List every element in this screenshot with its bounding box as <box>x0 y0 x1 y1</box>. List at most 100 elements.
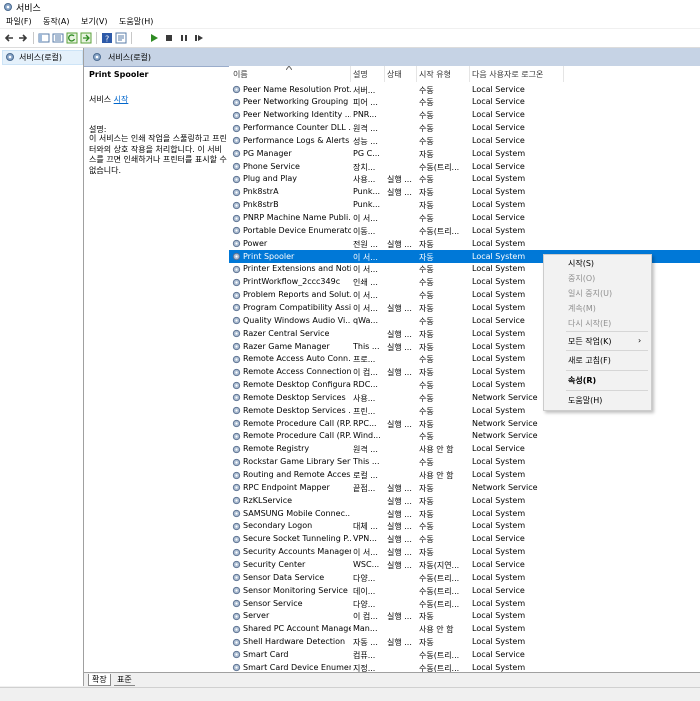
service-startup-type: 자동 <box>419 548 434 558</box>
menu-help[interactable]: 도움말(H) <box>119 16 153 27</box>
service-startup-type: 자동 <box>419 419 434 429</box>
service-row[interactable]: RzKLService 실행 ... 자동 Local System <box>229 494 700 507</box>
service-row[interactable]: PNRP Machine Name Publi... 이 서... 수동 Local … <box>229 212 700 225</box>
service-row[interactable]: Shared PC Account Manager Man... 사용 안 함 Loc… <box>229 623 700 636</box>
restart-icon[interactable] <box>193 32 205 44</box>
service-row[interactable]: Security Accounts Manager 이 서... 실행 ... 자동 L… <box>229 546 700 559</box>
service-row[interactable]: Phone Service 장치... 수동(트리... Local Service <box>229 160 700 173</box>
service-log-on-as: Network Service <box>472 482 538 492</box>
service-name: PNRP Machine Name Publi... <box>243 213 351 222</box>
column-divider[interactable] <box>384 66 385 82</box>
service-gear-icon <box>232 317 241 325</box>
service-description: 프로... <box>353 355 376 365</box>
service-name: Smart Card <box>243 649 289 659</box>
service-row[interactable]: Remote Procedure Call (RP... Wind... 수동 Net… <box>229 430 700 443</box>
service-row[interactable]: Remote Procedure Call (RP... RPC... 실행 ...… <box>229 417 700 430</box>
service-description: RPC... <box>353 418 377 428</box>
service-startup-type: 수동 <box>419 393 434 403</box>
service-row[interactable]: Sensor Service 다양... 수동(트리... Local System <box>229 597 700 610</box>
service-row[interactable]: Rockstar Game Library Serv... This ... 수동 L… <box>229 456 700 469</box>
column-name[interactable]: 이름 <box>233 69 248 80</box>
service-status: 실행 ... <box>387 483 412 493</box>
list-view-icon[interactable] <box>52 32 64 44</box>
ctx-start[interactable]: 시작(S) <box>568 258 594 269</box>
service-status: 실행 ... <box>387 419 412 429</box>
service-row[interactable]: Peer Networking Identity ... PNR... 수동 Loca… <box>229 109 700 122</box>
service-description: 서버... <box>353 85 376 95</box>
help-icon[interactable]: ? <box>101 32 113 44</box>
service-row[interactable]: Sensor Monitoring Service 데이... 수동(트리... Lo… <box>229 584 700 597</box>
service-log-on-as: Local System <box>472 598 526 608</box>
service-description: 이 서... <box>353 252 378 262</box>
service-gear-icon <box>232 175 241 184</box>
column-divider[interactable] <box>350 66 351 82</box>
properties-icon[interactable] <box>115 32 127 44</box>
toolbar: ? <box>0 29 700 48</box>
menu-file[interactable]: 파일(F) <box>6 16 32 27</box>
status-bar <box>0 687 700 701</box>
service-row[interactable]: Shell Hardware Detection 자동 ... 실행 ... 자동 Lo… <box>229 636 700 649</box>
column-description[interactable]: 설명 <box>353 69 368 80</box>
ctx-all-tasks[interactable]: 모든 작업(K) <box>568 336 611 347</box>
refresh-icon[interactable] <box>66 32 78 44</box>
service-row[interactable]: Performance Logs & Alerts 성능 ... 수동 Local S… <box>229 134 700 147</box>
column-status[interactable]: 상태 <box>387 69 402 80</box>
ctx-help[interactable]: 도움말(H) <box>568 395 602 406</box>
service-name: Remote Access Auto Conn... <box>243 354 351 364</box>
services-gear-icon <box>6 53 14 61</box>
service-row[interactable]: SAMSUNG Mobile Connec... 실행 ... 자동 Local Sy… <box>229 507 700 520</box>
service-status: 실행 ... <box>387 522 412 532</box>
service-log-on-as: Local System <box>472 662 526 672</box>
service-row[interactable]: Secondary Logon 대체 ... 실행 ... 수동 Local Syste… <box>229 520 700 533</box>
service-row[interactable]: Security Center WSC... 실행 ... 자동(지연... Local… <box>229 558 700 571</box>
tab-standard[interactable]: 표준 <box>114 674 135 686</box>
menu-action[interactable]: 동작(A) <box>43 16 69 27</box>
forward-arrow-icon[interactable] <box>17 32 29 44</box>
service-row[interactable]: Routing and Remote Access 로컬 ... 사용 안 함 Loc… <box>229 469 700 482</box>
back-arrow-icon[interactable] <box>3 32 15 44</box>
service-row[interactable]: Portable Device Enumerato... 이동... 수동(트리..… <box>229 224 700 237</box>
column-startup-type[interactable]: 시작 유형 <box>419 69 451 80</box>
column-divider[interactable] <box>563 66 564 82</box>
service-row[interactable]: Plug and Play 사용... 실행 ... 수동 Local System <box>229 173 700 186</box>
service-name: Performance Counter DLL ... <box>243 123 351 133</box>
service-row[interactable]: Peer Name Resolution Prot... 서버... 수동 Local… <box>229 83 700 96</box>
stop-icon[interactable] <box>163 32 175 44</box>
play-icon[interactable] <box>148 32 160 44</box>
service-row[interactable]: Smart Card 컴퓨... 수동(트리... Local Service <box>229 648 700 661</box>
column-divider[interactable] <box>469 66 470 82</box>
service-name: Pnk8strA <box>243 187 279 197</box>
service-row[interactable]: Pnk8strA Punk... 실행 ... 자동 Local System <box>229 186 700 199</box>
column-divider[interactable] <box>416 66 417 82</box>
service-startup-type: 수동(트리... <box>419 162 460 172</box>
service-row[interactable]: Peer Networking Grouping 피어 ... 수동 Local Se… <box>229 96 700 109</box>
service-row[interactable]: Server 이 컴... 실행 ... 자동 Local System <box>229 610 700 623</box>
service-log-on-as: Local System <box>472 495 526 505</box>
service-row[interactable]: Power 전원 ... 실행 ... 자동 Local System <box>229 237 700 250</box>
service-row[interactable]: Secure Socket Tunneling P... VPN... 실행 ...… <box>229 533 700 546</box>
menu-view[interactable]: 보기(V) <box>81 16 107 27</box>
service-log-on-as: Local Service <box>472 534 525 544</box>
start-service-link[interactable]: 시작 <box>114 95 129 104</box>
pause-icon[interactable] <box>178 32 190 44</box>
toolbar-divider <box>96 32 97 44</box>
export-list-icon[interactable] <box>80 32 92 44</box>
service-row[interactable]: Sensor Data Service 다양... 수동(트리... Local Sy… <box>229 571 700 584</box>
service-row[interactable]: Pnk8strB Punk... 자동 Local System <box>229 199 700 212</box>
service-gear-icon <box>232 98 241 106</box>
service-row[interactable]: Performance Counter DLL ... 원격 ... 수동 Local… <box>229 122 700 135</box>
service-description: 로컬 ... <box>353 471 378 480</box>
service-startup-type: 수동(트리... <box>419 226 460 236</box>
console-tree-icon[interactable] <box>38 32 50 44</box>
tree-node-services-local[interactable]: 서비스(로컬) <box>2 50 83 65</box>
service-row[interactable]: Remote Registry 원격 ... 사용 안 함 Local Service <box>229 443 700 456</box>
service-row[interactable]: RPC Endpoint Mapper 끝점... 실행 ... 자동 Network … <box>229 481 700 494</box>
ctx-properties[interactable]: 속성(R) <box>568 375 596 386</box>
service-row[interactable]: PG Manager PG C... 자동 Local System <box>229 147 700 160</box>
service-name: Plug and Play <box>243 174 298 184</box>
ctx-refresh[interactable]: 새로 고침(F) <box>568 355 611 366</box>
service-name: Portable Device Enumerato... <box>243 225 351 235</box>
column-log-on-as[interactable]: 다음 사용자로 로그온 <box>472 69 543 80</box>
tab-extended[interactable]: 확장 <box>88 674 111 686</box>
service-gear-icon <box>232 291 241 299</box>
